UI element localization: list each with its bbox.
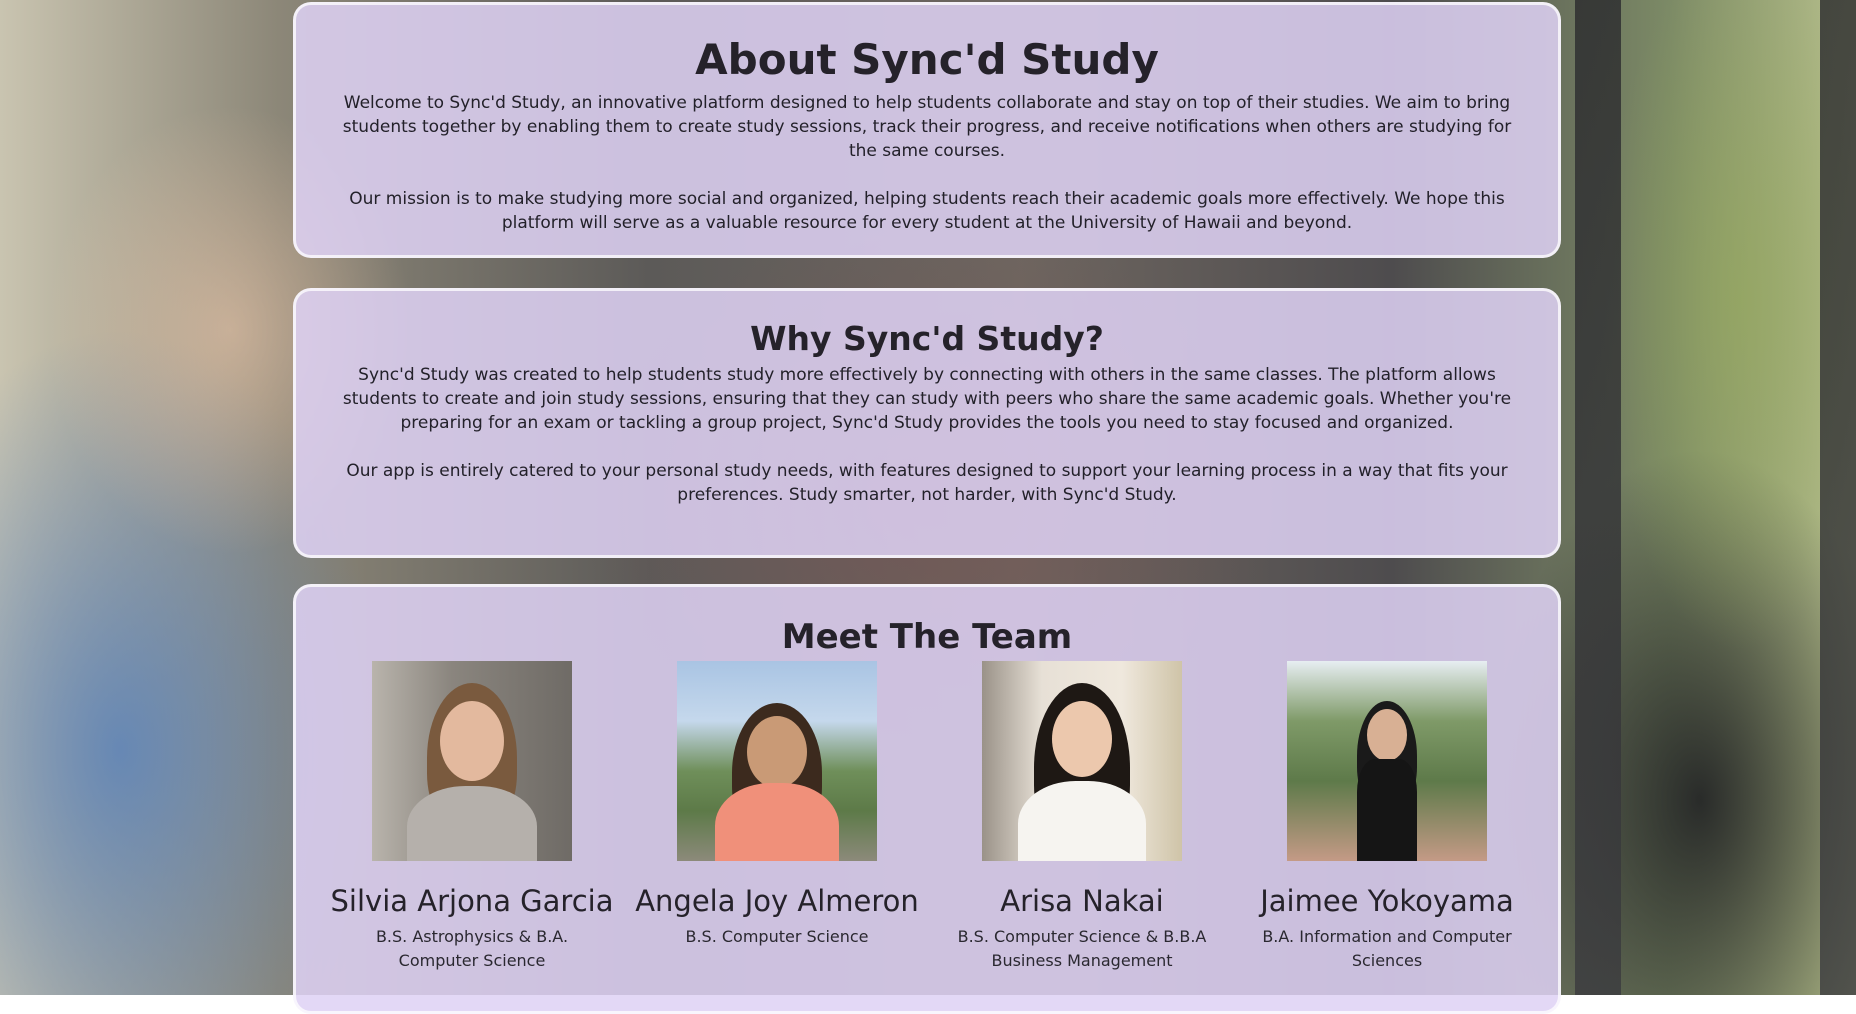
about-paragraph-2: Our mission is to make studying more soc… bbox=[349, 189, 1505, 233]
why-paragraph-1: Sync'd Study was created to help student… bbox=[342, 365, 1512, 433]
team-member: Silvia Arjona Garcia B.S. Astrophysics &… bbox=[322, 661, 622, 973]
team-card: Meet The Team Silvia Arjona Garcia B.S. … bbox=[293, 584, 1561, 1014]
background-window-frame bbox=[1575, 0, 1621, 995]
why-paragraph-2: Our app is entirely catered to your pers… bbox=[346, 461, 1508, 505]
member-name: Silvia Arjona Garcia bbox=[330, 884, 614, 918]
member-degree: B.A. Information and Computer Sciences bbox=[1262, 927, 1512, 970]
background-window-frame bbox=[1820, 0, 1856, 995]
team-members: Silvia Arjona Garcia B.S. Astrophysics &… bbox=[296, 661, 1558, 1001]
member-degree: B.S. Astrophysics & B.A. Computer Scienc… bbox=[375, 927, 569, 970]
team-member: Arisa Nakai B.S. Computer Science & B.B.… bbox=[932, 661, 1232, 973]
team-title: Meet The Team bbox=[781, 617, 1073, 657]
member-photo bbox=[372, 661, 572, 861]
why-card: Why Sync'd Study? Sync'd Study was creat… bbox=[293, 288, 1561, 558]
member-photo bbox=[677, 661, 877, 861]
member-degree: B.S. Computer Science bbox=[685, 927, 869, 946]
about-title: About Sync'd Study bbox=[695, 35, 1159, 84]
team-member: Angela Joy Almeron B.S. Computer Science bbox=[627, 661, 927, 949]
why-title: Why Sync'd Study? bbox=[750, 319, 1104, 358]
member-name: Jaimee Yokoyama bbox=[1260, 884, 1514, 918]
member-name: Arisa Nakai bbox=[1000, 884, 1164, 918]
member-photo bbox=[1287, 661, 1487, 861]
about-paragraph-1: Welcome to Sync'd Study, an innovative p… bbox=[342, 93, 1512, 161]
member-name: Angela Joy Almeron bbox=[635, 884, 919, 918]
member-photo bbox=[982, 661, 1182, 861]
member-degree: B.S. Computer Science & B.B.A Business M… bbox=[957, 927, 1207, 970]
about-card: About Sync'd Study Welcome to Sync'd Stu… bbox=[293, 2, 1561, 258]
team-member: Jaimee Yokoyama B.A. Information and Com… bbox=[1237, 661, 1537, 973]
